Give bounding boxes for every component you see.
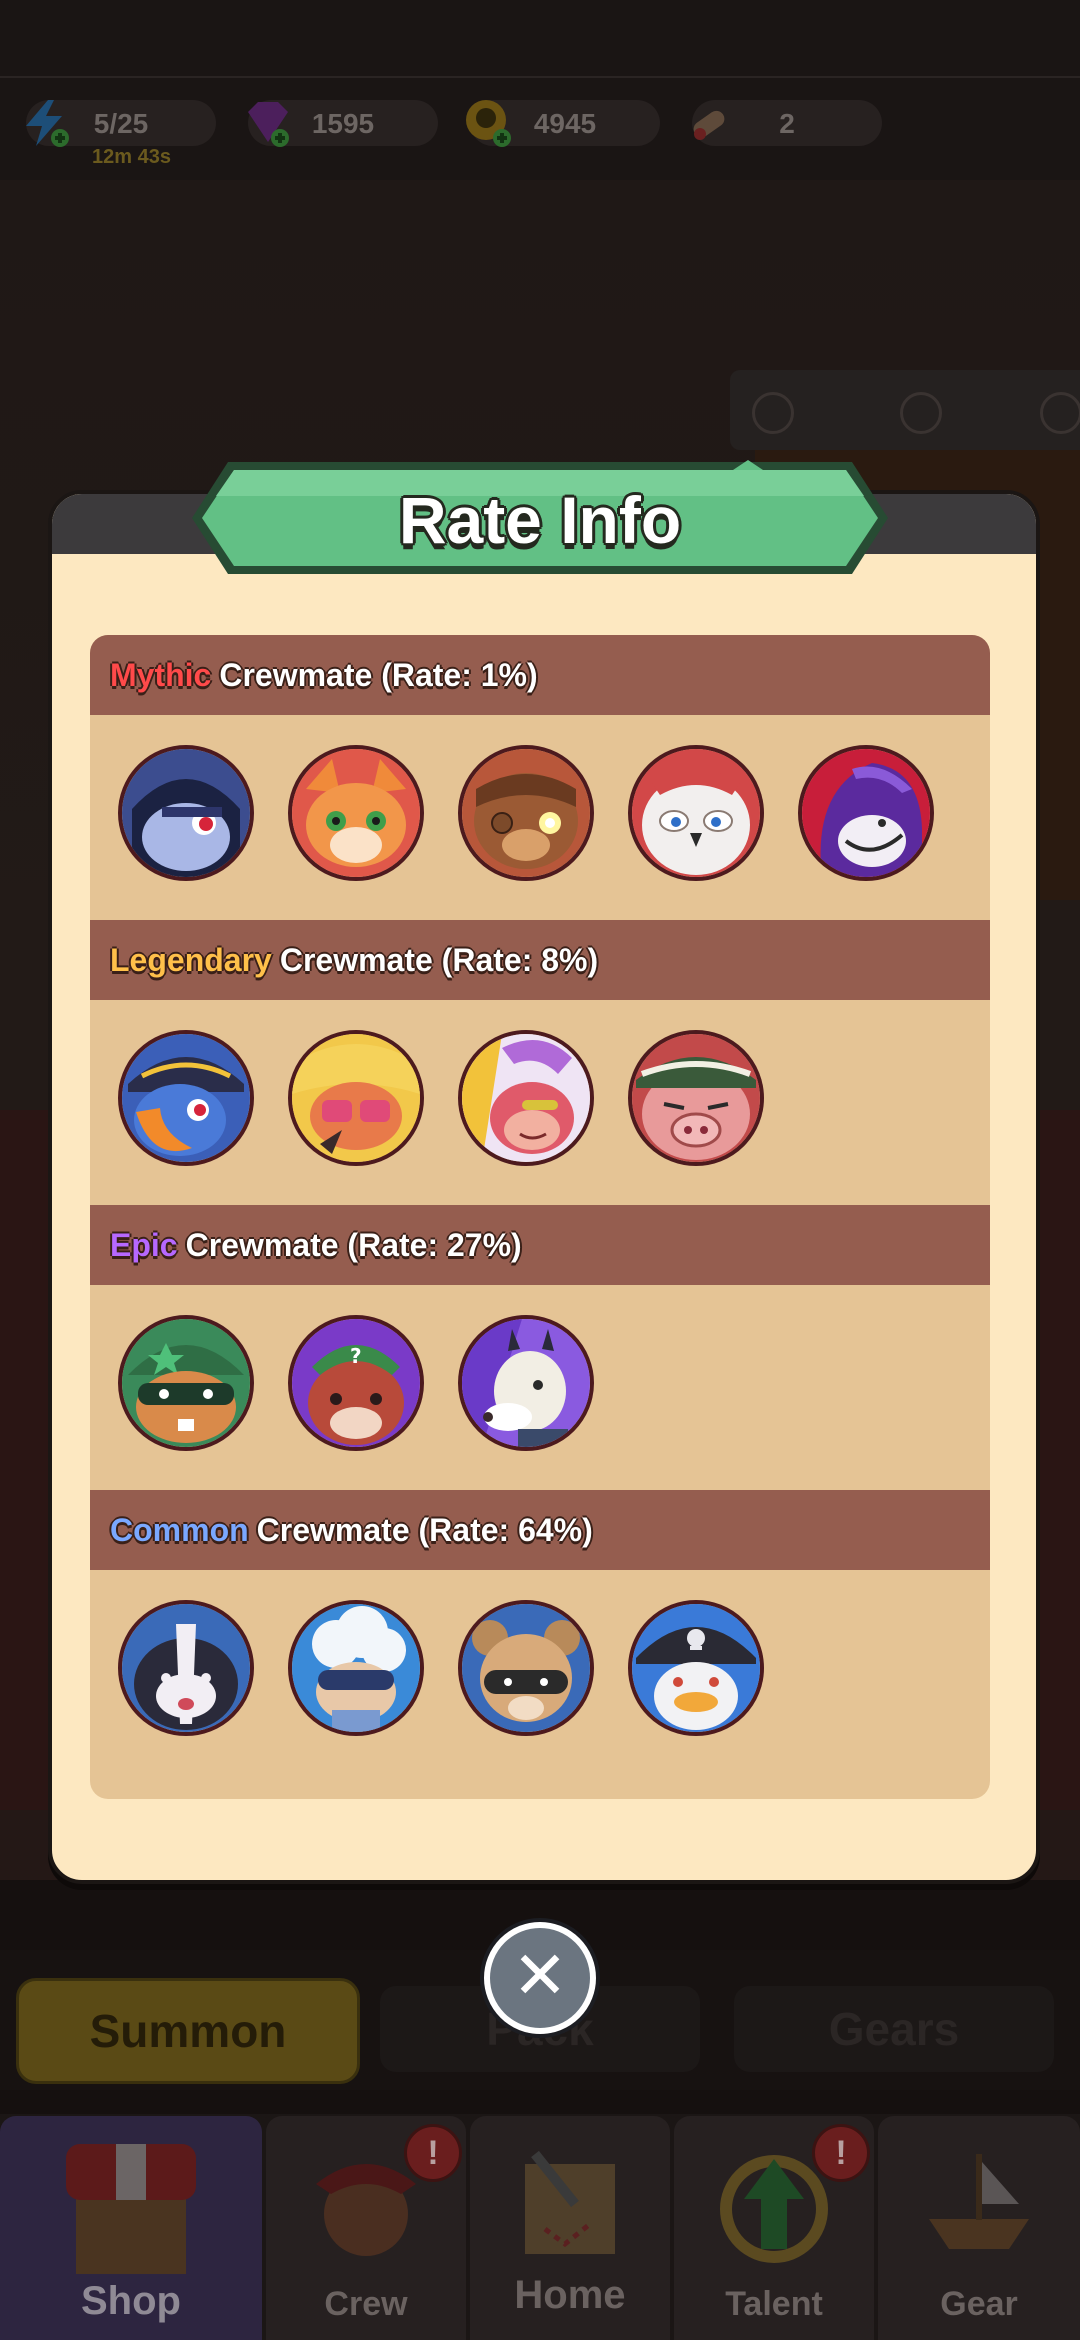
section-header: Epic Crewmate (Rate: 27%) [90, 1205, 990, 1285]
crewmate-avatar-masked-hamster[interactable] [118, 1315, 254, 1451]
nav-shop-label: Shop [81, 2279, 181, 2323]
talent-alert-badge: ! [812, 2124, 870, 2182]
energy-timer: 12m 43s [92, 146, 171, 168]
crewmate-avatar-skunk[interactable] [118, 1600, 254, 1736]
section-common: Common Crewmate (Rate: 64%) [90, 1490, 990, 1799]
tab-summon-label: Summon [89, 2005, 287, 2057]
section-epic: Epic Crewmate (Rate: 27%) ? [90, 1205, 990, 1490]
nav-talent-label: Talent [725, 2285, 823, 2323]
close-x-icon: ✕ [512, 1937, 568, 2014]
rate-label: Crewmate (Rate: 64%) [256, 1512, 593, 1548]
crewmate-avatar-bandit-mouse[interactable] [458, 1600, 594, 1736]
crewmate-avatar-purple-hooded-bird[interactable] [798, 745, 934, 881]
tab-summon[interactable]: Summon [16, 1978, 360, 2084]
rarity-label-mythic: Mythic [110, 657, 212, 693]
crewmate-avatar-masked-rabbit[interactable] [118, 745, 254, 881]
tab-gears-label: Gears [828, 2003, 960, 2055]
nav-shop[interactable]: Shop [0, 2116, 262, 2340]
section-title: Mythic Crewmate (Rate: 1%) [110, 635, 538, 715]
section-legendary: Legendary Crewmate (Rate: 8%) [90, 920, 990, 1205]
shop-stall-icon [66, 2144, 196, 2274]
section-mythic: Mythic Crewmate (Rate: 1%) [90, 635, 990, 920]
coin-counter[interactable]: 4945 [466, 100, 660, 147]
nav-gear[interactable]: Gear [878, 2116, 1080, 2340]
coin-value: 4945 [533, 108, 597, 139]
treasure-map-icon [525, 2150, 615, 2254]
crewmate-avatar-snowy-owl[interactable] [628, 745, 764, 881]
energy-value: 5/25 [93, 108, 149, 139]
nav-home-label: Home [514, 2273, 626, 2317]
crewmate-avatar-white-goat[interactable] [458, 1315, 594, 1451]
tab-gears[interactable]: Gears [734, 1986, 1054, 2072]
rate-label: Crewmate (Rate: 1%) [219, 657, 538, 693]
rarity-label-legendary: Legendary [110, 942, 272, 978]
crewmate-avatar-teddy-bear[interactable] [458, 745, 594, 881]
crewmate-avatar-green-cap-pig[interactable] [628, 1030, 764, 1166]
gem-counter[interactable]: 1595 [248, 100, 438, 147]
section-title: Epic Crewmate (Rate: 27%) [110, 1205, 522, 1285]
nav-crew-label: Crew [324, 2285, 408, 2323]
crewmate-avatar-red-panda[interactable]: ? [288, 1315, 424, 1451]
section-title: Common Crewmate (Rate: 64%) [110, 1490, 593, 1570]
crewmate-avatar-parrot-pirate[interactable] [118, 1030, 254, 1166]
dialog-title: Rate Info [398, 483, 682, 557]
crewmate-avatar-pink-fox[interactable] [288, 1030, 424, 1166]
scroll-counter[interactable]: 2 [692, 100, 882, 146]
close-button[interactable]: ✕ [484, 1922, 596, 2034]
scroll-value: 2 [779, 108, 795, 139]
section-header: Mythic Crewmate (Rate: 1%) [90, 635, 990, 715]
ship-icon [929, 2154, 1029, 2249]
energy-counter[interactable]: 5/25 [26, 100, 216, 147]
nav-home[interactable]: Home [470, 2116, 670, 2340]
crewmate-avatar-cyber-monkey[interactable] [458, 1030, 594, 1166]
section-header: Legendary Crewmate (Rate: 8%) [90, 920, 990, 1000]
crewmate-avatar-cloud-hair-kid[interactable] [288, 1600, 424, 1736]
gem-value: 1595 [311, 108, 375, 139]
rate-label: Crewmate (Rate: 27%) [185, 1227, 522, 1263]
rate-sections: Mythic Crewmate (Rate: 1%) Legendary Cre… [90, 635, 990, 1799]
crew-alert-badge: ! [404, 2124, 462, 2182]
section-header: Common Crewmate (Rate: 64%) [90, 1490, 990, 1570]
rarity-label-common: Common [110, 1512, 249, 1548]
crewmate-avatar-pirate-duck[interactable] [628, 1600, 764, 1736]
rate-label: Crewmate (Rate: 8%) [279, 942, 599, 978]
nav-gear-label: Gear [940, 2285, 1018, 2323]
section-title: Legendary Crewmate (Rate: 8%) [110, 920, 598, 1000]
rarity-label-epic: Epic [110, 1227, 178, 1263]
svg-text:?: ? [350, 1344, 362, 1368]
crewmate-avatar-orange-cat[interactable] [288, 745, 424, 881]
